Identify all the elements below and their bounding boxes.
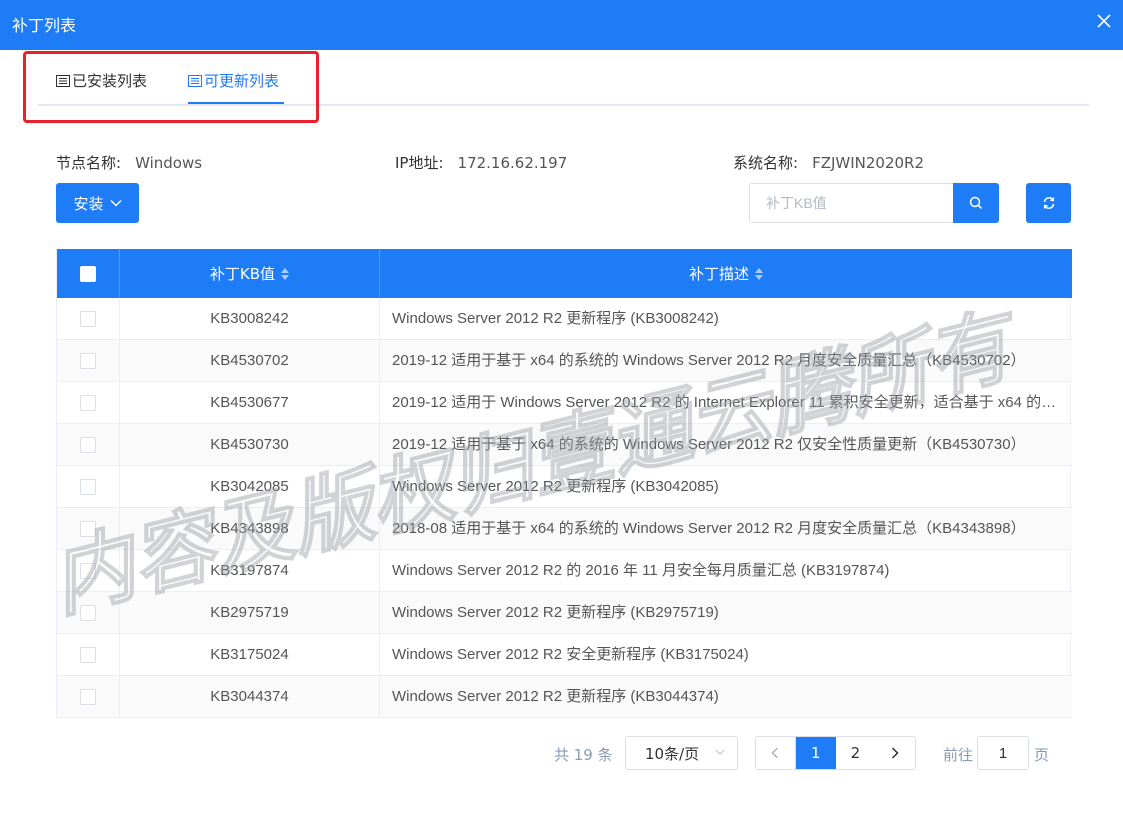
prev-page-button[interactable]	[756, 737, 796, 769]
kb-cell: KB4530702	[120, 340, 380, 381]
kb-cell: KB3175024	[120, 634, 380, 675]
column-header-kb-label: 补丁KB值	[209, 265, 276, 283]
kb-cell: KB3042085	[120, 466, 380, 507]
refresh-icon	[1043, 197, 1054, 209]
table-row[interactable]: KB3044374 Windows Server 2012 R2 更新程序 (KB…	[57, 676, 1072, 718]
kb-cell: KB4530730	[120, 424, 380, 465]
description-cell: 2019-12 适用于基于 x64 的系统的 Windows Server 20…	[392, 436, 1026, 453]
table-row[interactable]: KB4343898 2018-08 适用于基于 x64 的系统的 Windows …	[57, 508, 1072, 550]
system-name-value: FZJWIN2020R2	[812, 154, 925, 172]
chevron-down-icon	[715, 745, 725, 762]
select-all-checkbox[interactable]	[80, 265, 96, 282]
row-checkbox[interactable]	[80, 604, 96, 621]
description-cell: Windows Server 2012 R2 安全更新程序 (KB3175024…	[392, 646, 749, 663]
table-row[interactable]: KB4530730 2019-12 适用于基于 x64 的系统的 Windows …	[57, 424, 1072, 466]
select-all-cell	[57, 249, 120, 298]
kb-cell: KB3197874	[120, 550, 380, 591]
kb-cell: KB3008242	[120, 298, 380, 339]
row-checkbox[interactable]	[80, 310, 96, 327]
row-checkbox[interactable]	[80, 646, 96, 663]
install-label: 安装	[73, 194, 104, 213]
patch-table: 补丁KB值 补丁描述 KB3008242 Windows Server 2012 …	[56, 249, 1072, 718]
dialog-header: 补丁列表	[0, 0, 1123, 50]
kb-search-input[interactable]	[749, 183, 954, 223]
sort-icon[interactable]	[281, 267, 290, 280]
goto-page-input[interactable]	[977, 736, 1029, 770]
row-checkbox[interactable]	[80, 520, 96, 537]
column-header-kb[interactable]: 补丁KB值	[120, 249, 380, 298]
row-checkbox[interactable]	[80, 562, 96, 579]
description-cell: Windows Server 2012 R2 更新程序 (KB3042085)	[392, 478, 719, 495]
row-select-cell	[57, 634, 120, 675]
table-row[interactable]: KB2975719 Windows Server 2012 R2 更新程序 (KB…	[57, 592, 1072, 634]
table-header: 补丁KB值 补丁描述	[57, 249, 1072, 298]
row-select-cell	[57, 382, 120, 423]
row-select-cell	[57, 550, 120, 591]
chevron-down-icon	[110, 200, 121, 207]
kb-cell: KB4530677	[120, 382, 380, 423]
system-name-info: 系统名称: FZJWIN2020R2	[733, 152, 924, 173]
chevron-right-icon	[892, 747, 899, 759]
goto-suffix: 页	[1034, 746, 1050, 764]
kb-cell: KB4343898	[120, 508, 380, 549]
kb-cell: KB2975719	[120, 592, 380, 633]
node-name-info: 节点名称: Windows	[56, 152, 202, 173]
kb-cell: KB3044374	[120, 676, 380, 717]
ip-info: IP地址: 172.16.62.197	[395, 152, 567, 173]
next-page-button[interactable]	[875, 737, 915, 769]
table-row[interactable]: KB3008242 Windows Server 2012 R2 更新程序 (KB…	[57, 298, 1072, 340]
row-select-cell	[57, 592, 120, 633]
table-row[interactable]: KB4530702 2019-12 适用于基于 x64 的系统的 Windows …	[57, 340, 1072, 382]
row-select-cell	[57, 508, 120, 549]
dialog-title: 补丁列表	[12, 16, 77, 35]
row-checkbox[interactable]	[80, 436, 96, 453]
ip-value: 172.16.62.197	[457, 154, 568, 172]
pager: 1 2	[755, 736, 916, 770]
description-cell: Windows Server 2012 R2 更新程序 (KB3044374)	[392, 688, 719, 705]
table-row[interactable]: KB3042085 Windows Server 2012 R2 更新程序 (KB…	[57, 466, 1072, 508]
table-row[interactable]: KB3197874 Windows Server 2012 R2 的 2016 年…	[57, 550, 1072, 592]
ip-label: IP地址:	[395, 154, 444, 172]
description-cell: Windows Server 2012 R2 更新程序 (KB3008242)	[392, 310, 719, 327]
close-icon[interactable]	[1097, 11, 1115, 31]
row-select-cell	[57, 424, 120, 465]
row-select-cell	[57, 340, 120, 381]
row-select-cell	[57, 466, 120, 507]
page-button-2[interactable]: 2	[836, 737, 876, 769]
search-icon	[969, 196, 983, 210]
table-row[interactable]: KB3175024 Windows Server 2012 R2 安全更新程序 (…	[57, 634, 1072, 676]
search-button[interactable]	[953, 183, 999, 223]
row-checkbox[interactable]	[80, 688, 96, 705]
refresh-button[interactable]	[1026, 183, 1071, 223]
description-cell: 2019-12 适用于 Windows Server 2012 R2 的 Int…	[392, 394, 1062, 411]
table-row[interactable]: KB4530677 2019-12 适用于 Windows Server 2012…	[57, 382, 1072, 424]
row-checkbox[interactable]	[80, 394, 96, 411]
description-cell: 2019-12 适用于基于 x64 的系统的 Windows Server 20…	[392, 352, 1026, 369]
page-button-1[interactable]: 1	[795, 737, 836, 769]
row-select-cell	[57, 676, 120, 717]
column-header-description-label: 补丁描述	[688, 265, 749, 283]
description-cell: Windows Server 2012 R2 更新程序 (KB2975719)	[392, 604, 719, 621]
install-dropdown-button[interactable]: 安装	[56, 183, 139, 223]
page-size-value: 10条/页	[645, 744, 700, 763]
chevron-left-icon	[771, 747, 779, 759]
goto-label: 前往	[943, 746, 974, 764]
highlight-box	[23, 51, 319, 123]
row-select-cell	[57, 298, 120, 339]
description-cell: 2018-08 适用于基于 x64 的系统的 Windows Server 20…	[392, 520, 1026, 537]
row-checkbox[interactable]	[80, 352, 96, 369]
node-name-label: 节点名称:	[56, 154, 122, 172]
sort-icon[interactable]	[755, 267, 763, 280]
node-name-value: Windows	[135, 154, 203, 172]
description-cell: Windows Server 2012 R2 的 2016 年 11 月安全每月…	[392, 562, 890, 579]
page-size-select[interactable]: 10条/页	[625, 736, 738, 770]
system-name-label: 系统名称:	[733, 154, 799, 172]
row-checkbox[interactable]	[80, 478, 96, 495]
pagination-total: 共 19 条	[554, 746, 613, 764]
column-header-description[interactable]: 补丁描述	[380, 249, 1072, 298]
